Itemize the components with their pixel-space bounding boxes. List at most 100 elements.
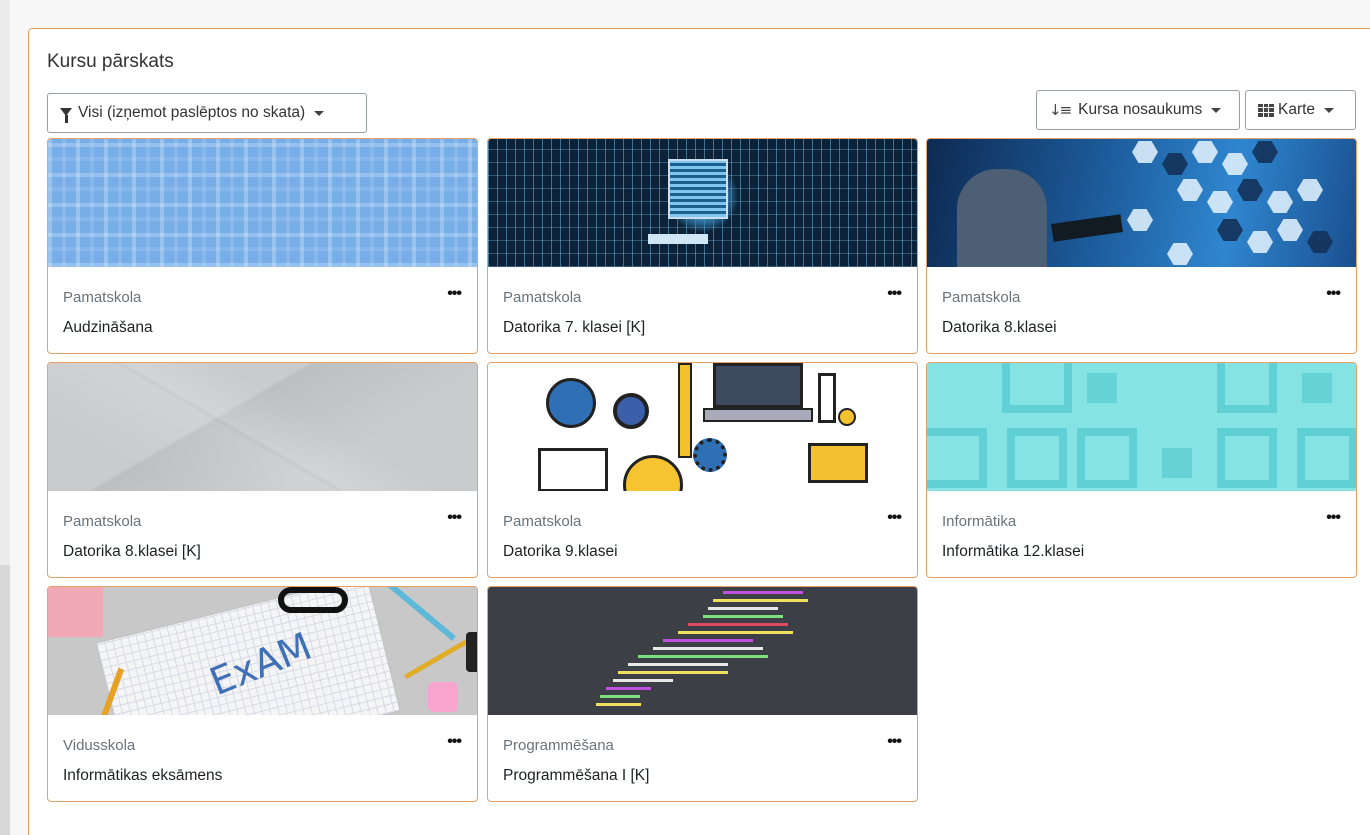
more-dots-icon[interactable]: ••• <box>1326 286 1341 302</box>
course-image[interactable] <box>48 363 477 491</box>
grid-icon <box>1258 103 1274 117</box>
chip-label-graphic <box>648 234 708 244</box>
book-graphic <box>538 448 608 491</box>
course-category: Programmēšana <box>503 737 614 754</box>
more-dots-icon[interactable]: ••• <box>447 286 462 302</box>
course-card[interactable]: Programmēšana ••• Programmēšana I [K] <box>487 586 918 802</box>
sort-dropdown-button[interactable]: ↓≡ Kursa nosaukums <box>1036 90 1240 130</box>
code-line <box>628 663 728 666</box>
course-name-link[interactable]: Datorika 8.klasei <box>942 319 1057 337</box>
person-graphic <box>957 169 1047 267</box>
code-line <box>606 687 651 690</box>
view-dropdown-button[interactable]: Karte <box>1245 90 1356 130</box>
course-name-link[interactable]: Datorika 7. klasei [K] <box>503 319 645 337</box>
course-category: Pamatskola <box>942 289 1021 306</box>
more-dots-icon[interactable]: ••• <box>1326 510 1341 526</box>
left-gutter <box>0 0 10 835</box>
hex-graphic <box>1132 141 1158 163</box>
code-line <box>600 695 640 698</box>
keyboard-graphic <box>703 408 813 422</box>
course-card[interactable]: Pamatskola ••• Datorika 8.klasei [K] <box>47 362 478 578</box>
microscope-graphic <box>818 373 836 423</box>
course-image[interactable]: ExAM <box>48 587 477 715</box>
course-image[interactable] <box>488 363 917 491</box>
code-line <box>653 647 763 650</box>
course-card[interactable]: Pamatskola ••• Datorika 8.klasei <box>926 138 1357 354</box>
filter-dropdown-button[interactable]: Visi (izņemot paslēptos no skata) <box>47 93 367 133</box>
eraser-graphic <box>428 682 458 712</box>
square-graphic <box>1087 373 1117 403</box>
course-name-link[interactable]: Datorika 8.klasei [K] <box>63 543 201 561</box>
globe-graphic <box>546 378 596 428</box>
more-dots-icon[interactable]: ••• <box>887 734 902 750</box>
play-graphic <box>838 408 856 426</box>
gear-graphic <box>693 438 727 472</box>
pink-folder-graphic <box>48 587 103 637</box>
hex-graphic <box>1277 219 1303 241</box>
more-dots-icon[interactable]: ••• <box>887 286 902 302</box>
hex-graphic <box>1307 231 1333 253</box>
hex-graphic <box>1237 179 1263 201</box>
caret-down-icon <box>1324 107 1335 113</box>
code-line <box>618 671 728 674</box>
chip-graphic <box>668 159 728 219</box>
course-image[interactable] <box>488 139 917 267</box>
hex-graphic <box>1167 243 1193 265</box>
course-card[interactable]: Pamatskola ••• Audzināšana <box>47 138 478 354</box>
code-line <box>708 607 778 610</box>
pencil-graphic <box>678 363 692 458</box>
browser-graphic <box>808 443 868 483</box>
sharpener-graphic <box>466 632 477 672</box>
course-category: Pamatskola <box>503 513 582 530</box>
square-graphic <box>1007 428 1067 488</box>
course-name-link[interactable]: Informātikas eksāmens <box>63 767 222 785</box>
sort-alpha-icon: ↓≡ <box>1049 101 1072 119</box>
more-dots-icon[interactable]: ••• <box>447 510 462 526</box>
course-image[interactable] <box>48 139 477 267</box>
course-category: Vidusskola <box>63 737 136 754</box>
course-category: Informātika <box>942 513 1017 530</box>
code-line <box>723 591 803 594</box>
square-graphic <box>1302 373 1332 403</box>
code-line <box>663 639 753 642</box>
course-name-link[interactable]: Datorika 9.klasei <box>503 543 618 561</box>
block-title: Kursu pārskats <box>47 51 174 72</box>
square-graphic <box>1217 428 1277 488</box>
code-line <box>638 655 768 658</box>
square-graphic <box>1077 428 1137 488</box>
course-category: Pamatskola <box>63 289 142 306</box>
hex-graphic <box>1217 219 1243 241</box>
square-graphic <box>1162 448 1192 478</box>
square-graphic <box>1002 363 1072 413</box>
bulb-graphic <box>623 455 683 491</box>
caret-down-icon <box>314 110 325 116</box>
course-image[interactable] <box>927 363 1356 491</box>
course-card[interactable]: Informātika ••• Informātika 12.klasei <box>926 362 1357 578</box>
course-card[interactable]: Pamatskola ••• Datorika 7. klasei [K] <box>487 138 918 354</box>
hex-graphic <box>1267 191 1293 213</box>
laptop-graphic <box>713 363 803 408</box>
course-image[interactable] <box>488 587 917 715</box>
hex-graphic <box>1162 153 1188 175</box>
course-image[interactable] <box>927 139 1356 267</box>
course-card[interactable]: ExAM Vidusskola ••• Informātikas eksāmen… <box>47 586 478 802</box>
code-line <box>703 615 783 618</box>
hex-graphic <box>1252 141 1278 163</box>
view-label: Karte <box>1278 101 1316 118</box>
course-name-link[interactable]: Programmēšana I [K] <box>503 767 649 785</box>
more-dots-icon[interactable]: ••• <box>887 510 902 526</box>
filter-icon <box>60 108 72 123</box>
hex-graphic <box>1127 209 1153 231</box>
course-name-link[interactable]: Audzināšana <box>63 319 153 337</box>
course-category: Pamatskola <box>63 513 142 530</box>
hex-graphic <box>1192 141 1218 163</box>
code-line <box>678 631 793 634</box>
more-dots-icon[interactable]: ••• <box>447 734 462 750</box>
gutter-shade <box>0 565 10 835</box>
course-name-link[interactable]: Informātika 12.klasei <box>942 543 1084 561</box>
hex-graphic <box>1207 191 1233 213</box>
hex-graphic <box>1222 153 1248 175</box>
code-line <box>596 703 641 706</box>
course-card[interactable]: Pamatskola ••• Datorika 9.klasei <box>487 362 918 578</box>
square-graphic <box>1297 428 1356 488</box>
